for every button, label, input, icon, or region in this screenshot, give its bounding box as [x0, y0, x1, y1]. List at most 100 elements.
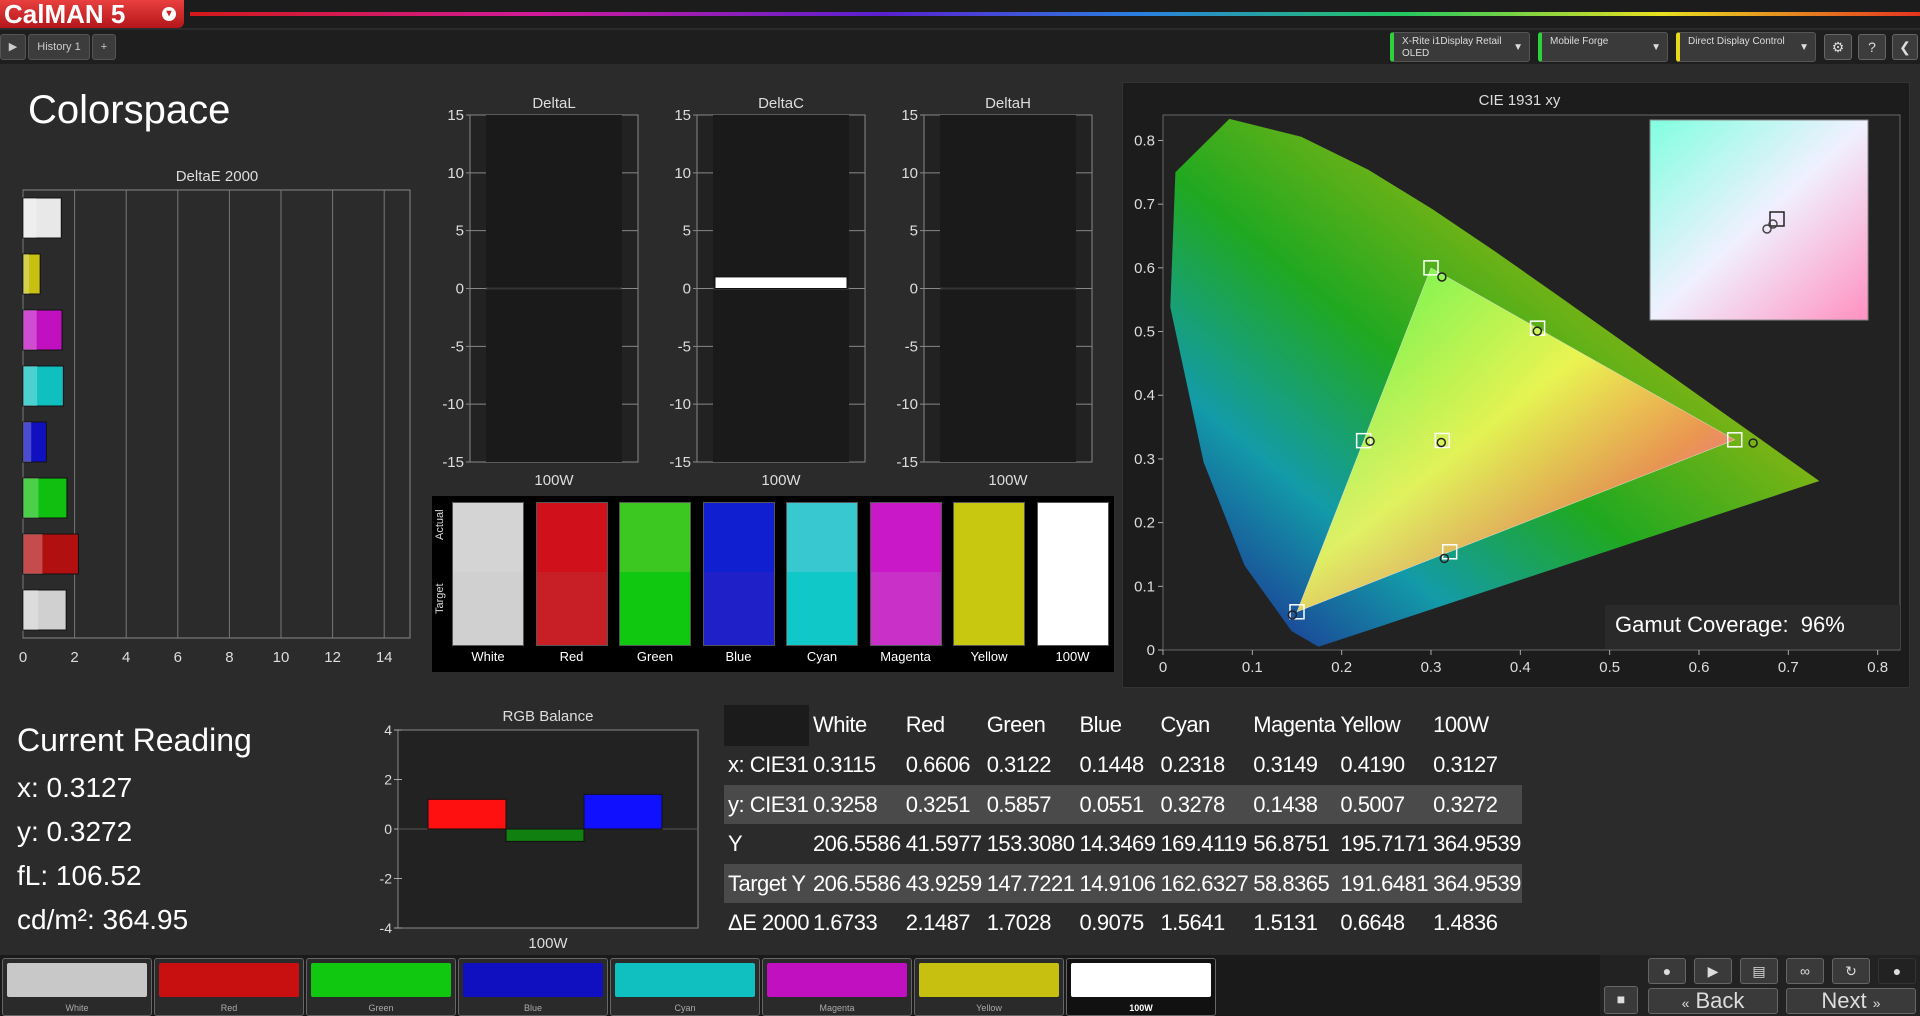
add-tab-button[interactable]: + [92, 34, 116, 60]
play-icon[interactable]: ▶ [1694, 958, 1732, 984]
delta-chart-title: DeltaH [985, 95, 1031, 112]
table-cell: 191.6481 [1340, 870, 1429, 896]
x-tick-label: 0.3 [1421, 659, 1442, 676]
delta-lch-charts: DeltaL 15 10 5 0 -5 -10 -15 100W DeltaC 15 10 5 0 -5 -1… [442, 95, 1093, 489]
table-cell: 0.0551 [1079, 791, 1145, 817]
column-header: Blue [1079, 712, 1123, 738]
stop-button[interactable]: ■ [1604, 986, 1638, 1014]
row-header: Y [728, 831, 743, 857]
cie-chart: 0 0.1 0.2 0.3 0.4 0.5 0.6 0.7 0.8 0.8 0.7 0.6 0.5 0.4… [1134, 114, 1901, 676]
swatch-target [619, 572, 691, 646]
collapse-left-icon[interactable]: ❮ [1892, 34, 1918, 60]
record-icon[interactable]: ● [1648, 958, 1686, 984]
table-cell: 58.8365 [1253, 870, 1330, 896]
y-tick-label: 0 [384, 821, 392, 837]
patch-button-blue[interactable]: Blue [458, 958, 608, 1016]
y-tick-label: 0.4 [1134, 387, 1155, 404]
patch-button-magenta[interactable]: Magenta [762, 958, 912, 1016]
swatch-target [702, 572, 775, 646]
deltae-bar-cyan [22, 365, 64, 407]
patch-color [7, 963, 147, 997]
gamut-coverage-value: 96% [1800, 612, 1845, 637]
delta-chart-deltal: DeltaL 15 10 5 0 -5 -10 -15 100W [442, 95, 639, 489]
refresh-icon[interactable]: ↻ [1832, 958, 1870, 984]
calman-logo-button[interactable]: CalMAN 5 ▾ [0, 0, 184, 28]
save-icon[interactable]: ▤ [1740, 958, 1778, 984]
rgb-balance-chart: 4 2 0 -2 -4 100W [380, 722, 699, 950]
table-cell: 0.3251 [905, 791, 971, 817]
swatch-panel: Actual Target White Red Green Blue Cyan Magen… [432, 496, 1114, 672]
y-tick-label: 10 [901, 165, 918, 182]
rgb-bar-red [427, 798, 507, 830]
meter-selector[interactable]: X-Rite i1Display Retail OLED ▼ [1390, 32, 1530, 62]
logo-text: CalMAN 5 [4, 0, 126, 29]
column-header: Green [986, 712, 1046, 738]
deltae-bar-100w [22, 197, 62, 239]
swatch-label: Green [636, 649, 674, 664]
back-button[interactable]: « Back [1648, 988, 1778, 1014]
table-cell: 0.6648 [1340, 910, 1405, 936]
y-tick-label: 0.3 [1134, 451, 1155, 468]
next-button[interactable]: Next » [1786, 988, 1916, 1014]
table-row: ΔE 2000 1.6733 2.1487 1.7028 0.9075 1.5641 1.5… [724, 903, 1522, 943]
settings-gear-icon[interactable]: ⚙ [1824, 34, 1852, 60]
next-label: Next [1821, 988, 1867, 1013]
swatch-actual [953, 502, 1025, 572]
swatch-actual [1036, 502, 1109, 572]
help-icon[interactable]: ? [1858, 34, 1886, 60]
table-cell: 14.3469 [1079, 831, 1157, 857]
display-control-name: Direct Display Control [1688, 36, 1785, 47]
delta-bar [942, 287, 1074, 290]
reading-fl: fL: 106.52 [17, 860, 142, 891]
loop-icon[interactable]: ∞ [1786, 958, 1824, 984]
swatch-target [786, 572, 858, 646]
swatch-100w: 100W [1036, 502, 1109, 666]
table-cell: 0.1448 [1079, 752, 1145, 778]
patch-button-green[interactable]: Green [306, 958, 456, 1016]
deltae-bar-green [22, 477, 68, 519]
swatch-target [869, 572, 942, 646]
swatch-label: Blue [725, 649, 752, 664]
play-icon[interactable]: ▶ [0, 34, 26, 60]
tick-label: 2 [70, 649, 78, 666]
swatch-target [1036, 572, 1109, 646]
table-cell: 364.9539 [1433, 831, 1521, 857]
tick-label: 0 [19, 649, 27, 666]
swatch-target [452, 572, 524, 646]
swatch-blue: Blue [702, 502, 775, 666]
y-tick-label: -2 [380, 871, 393, 887]
logo-dropdown-icon: ▾ [162, 7, 176, 21]
gamut-coverage-label: Gamut Coverage: [1615, 612, 1789, 637]
swatch-target [535, 572, 608, 646]
column-header: White [812, 712, 867, 738]
rgb-x-label: 100W [528, 935, 568, 950]
tick-label: 8 [225, 649, 233, 666]
reading-y: y: 0.3272 [17, 816, 133, 847]
display-control-selector[interactable]: Direct Display Control ▼ [1676, 32, 1816, 62]
measurement-table: White Red Green Blue Cyan Magenta Yellow 100W x:… [724, 705, 1522, 943]
delta-chart-title: DeltaL [532, 95, 575, 112]
patch-label: Blue [523, 1003, 542, 1013]
x-tick-label: 0 [1159, 659, 1167, 676]
table-header-row: White Red Green Blue Cyan Magenta Yellow 100W [724, 705, 1522, 746]
patch-button-yellow[interactable]: Yellow [914, 958, 1064, 1016]
y-tick-label: -15 [896, 454, 918, 471]
patch-button-red[interactable]: Red [154, 958, 304, 1016]
patch-label: White [65, 1003, 89, 1013]
column-header: Red [905, 712, 945, 738]
table-cell: 1.6733 [812, 910, 878, 936]
x-tick-label: 0.6 [1689, 659, 1710, 676]
patch-button-white[interactable]: White [2, 958, 152, 1016]
swatch-actual [869, 502, 942, 572]
swatch-green: Green [619, 502, 691, 666]
table-cell: 1.5641 [1160, 910, 1225, 936]
tab-history-1[interactable]: History 1 [28, 34, 90, 60]
patch-button-100w[interactable]: 100W [1066, 958, 1216, 1016]
x-tick-label: 0.7 [1778, 659, 1799, 676]
table-cell: 56.8751 [1253, 831, 1330, 857]
pattern-generator-selector[interactable]: Mobile Forge ▼ [1538, 32, 1668, 62]
deltae-bar-yellow [22, 253, 41, 295]
y-tick-label: 15 [901, 107, 918, 124]
y-tick-label: 5 [456, 223, 464, 240]
patch-button-cyan[interactable]: Cyan [610, 958, 760, 1016]
